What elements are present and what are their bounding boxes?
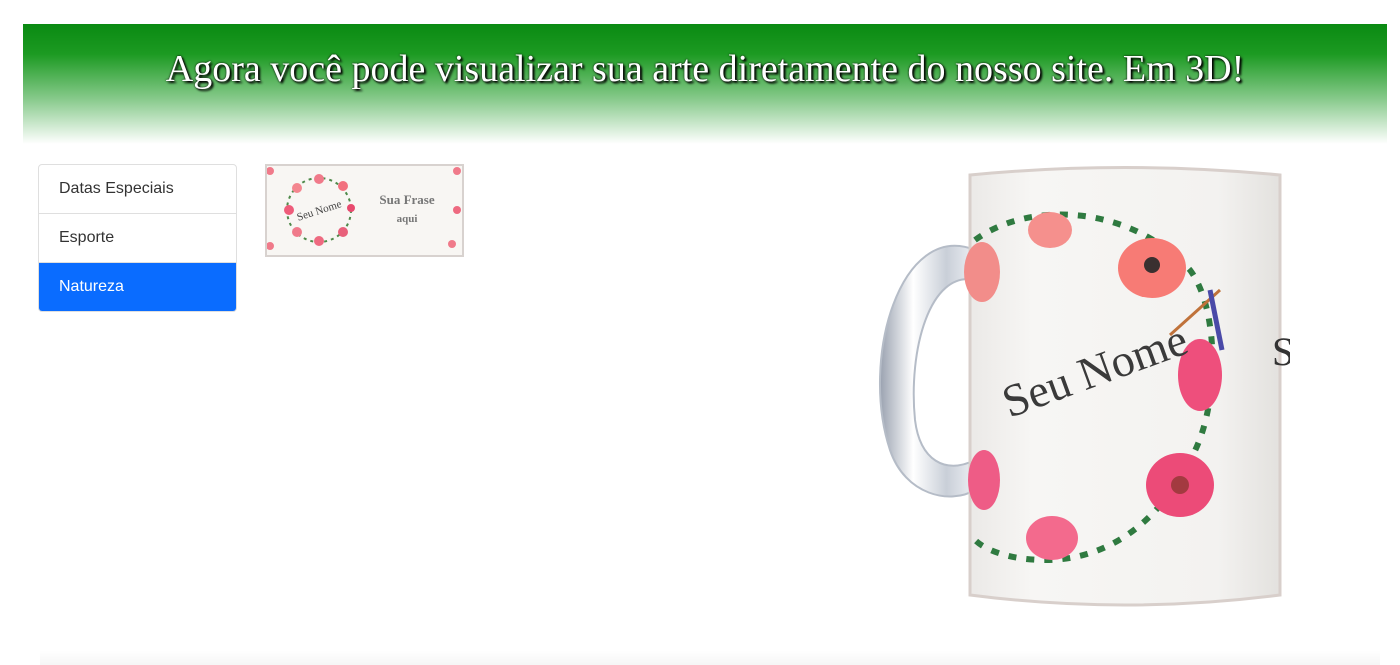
mug-3d-preview[interactable]: Seu Nome S — [870, 160, 1294, 615]
mug-phrase-fragment: S — [1272, 329, 1290, 374]
category-esporte[interactable]: Esporte — [39, 214, 236, 263]
category-natureza[interactable]: Natureza — [39, 263, 236, 311]
art-thumbnail[interactable]: Seu Nome Sua Frase aqui — [265, 164, 464, 257]
footer-shadow — [40, 650, 1380, 665]
category-list: Datas Especiais Esporte Natureza — [38, 164, 237, 312]
mug-handle — [878, 244, 976, 498]
floral-art-thumbnail-image: Seu Nome Sua Frase aqui — [267, 166, 462, 255]
thumbnail-phrase-line2: aqui — [397, 213, 418, 225]
thumbnail-phrase-line1: Sua Frase — [379, 192, 434, 207]
category-datas-especiais[interactable]: Datas Especiais — [39, 165, 236, 214]
mug-image: Seu Nome S — [878, 166, 1294, 607]
page-title: Agora você pode visualizar sua arte dire… — [165, 48, 1245, 90]
header-banner: Agora você pode visualizar sua arte dire… — [23, 24, 1387, 144]
